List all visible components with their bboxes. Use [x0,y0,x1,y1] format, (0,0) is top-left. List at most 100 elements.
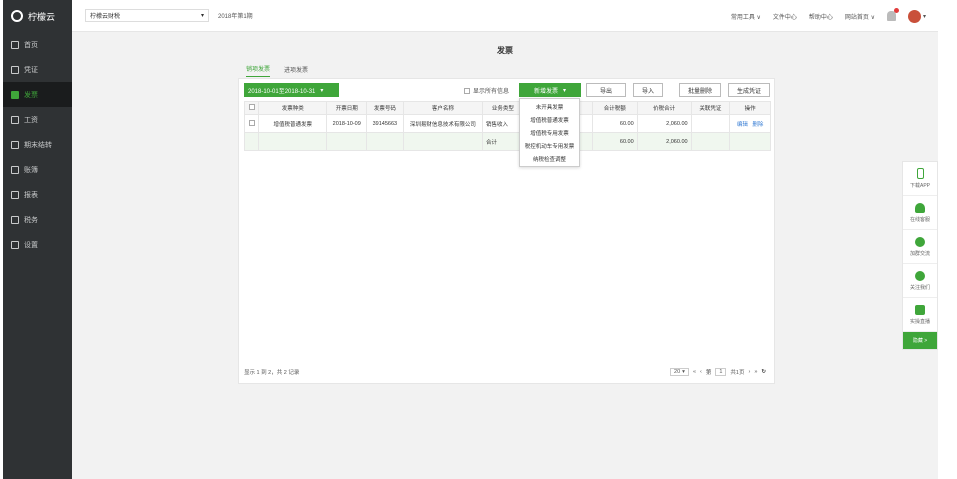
tab-purchase-invoice[interactable]: 进项发票 [284,65,308,77]
cell-tax: 60.00 [591,114,638,133]
date-range-text: 2018-10-01至2018-10-31 [248,88,316,95]
top-link-home[interactable]: 网站首页 ∨ [845,12,875,21]
new-invoice-label: 新增发票 [533,88,558,95]
float-label: 下载APP [909,183,930,189]
subtotal-label: 合计 [482,132,524,151]
notification-bell-icon[interactable] [886,8,899,21]
app-root: 柠檬云 首页 凭证 发票 工资 期末结转 账簿 报表 税务 设置 柠檬云财税 ▾ 2018年第1… [3,0,938,479]
table-footer: 显示 1 到 2，共 2 记录 20 ▾ « ‹ 第 1 共1页 › » ↻ [244,367,766,377]
cell-type: 增值税普通发票 [258,114,328,133]
cell-blank [243,132,260,151]
delete-link[interactable]: 删除 [752,122,763,128]
show-all-checkbox[interactable] [464,87,470,94]
sidebar-item-label: 发票 [24,91,38,99]
import-button[interactable]: 导入 [633,83,663,97]
sidebar-item[interactable]: 税务 [3,207,72,232]
float-download-app[interactable]: 下载APP [903,162,937,196]
page-size-select[interactable]: 20 ▾ [670,368,689,376]
cell-biz: 销售收入 [482,114,524,133]
invoice-tabs: 销项发票 进项发票 [238,64,775,77]
notification-dot [893,8,899,13]
col-header: 开票日期 [326,101,368,115]
float-follow-us[interactable]: 关注我们 [903,264,937,298]
float-service-bar: 下载APP 在线客服 加群交流 关注我们 实操直播 隐藏 > [902,161,938,350]
new-invoice-button[interactable]: 新增发票 ▾ [519,83,581,97]
float-label: 加群交流 [909,250,930,257]
headset-icon [915,202,925,213]
sidebar-item[interactable]: 凭证 [3,57,72,82]
table-row[interactable]: 增值税普通发票 2018-10-09 39145663 深圳易财信息技术有限公司… [243,114,771,133]
date-range-button[interactable]: 2018-10-01至2018-10-31 ▾ [244,83,339,97]
select-all-checkbox[interactable] [248,104,255,110]
record-summary: 显示 1 到 2，共 2 记录 [244,370,300,376]
generate-voucher-button[interactable]: 生成凭证 [728,83,770,97]
sidebar-item-label: 报表 [24,191,38,199]
top-link-tools[interactable]: 常用工具 ∨ [731,12,761,21]
main-content: 发票 销项发票 进项发票 2018-10-01至2018-10-31 ▾ 显示所… [72,32,938,479]
cell-date: 2018-10-09 [326,114,368,133]
sidebar-item-label: 税务 [24,216,38,224]
salary-icon [11,115,19,124]
refresh-icon[interactable]: ↻ [761,369,766,375]
cell-blank [690,132,731,151]
col-header: 发票种类 [258,101,328,115]
logo[interactable]: 柠檬云 [3,0,72,32]
sidebar-item[interactable]: 期末结转 [3,132,72,157]
page-size-value: 20 [674,369,681,375]
next-page-icon[interactable]: › [748,369,750,375]
group-icon [915,236,925,247]
last-page-icon[interactable]: » [754,369,757,375]
col-header: 关联凭证 [690,101,731,115]
batch-delete-button[interactable]: 批量删除 [679,83,721,97]
col-header: 价税合计 [636,101,692,115]
show-all-label: 显示所有信息 [473,89,510,95]
show-all-toggle[interactable]: 显示所有信息 [464,86,509,95]
phone-icon [916,168,924,179]
sidebar-item-label: 设置 [24,241,38,249]
row-checkbox[interactable] [248,119,255,126]
top-link-files[interactable]: 文件中心 [773,12,797,21]
float-label: 实操直播 [909,318,930,325]
invoice-table: 发票种类 开票日期 发票号码 客户名称 业务类型 合计税额 价税合计 关联凭证 … [243,101,771,151]
wechat-icon [915,270,925,281]
pagination: 20 ▾ « ‹ 第 1 共1页 › » ↻ [670,368,766,376]
user-menu[interactable]: ▾ [907,9,926,23]
logo-text: 柠檬云 [28,11,56,22]
sidebar-item[interactable]: 报表 [3,182,72,207]
topbar: 柠檬云财税 ▾ 2018年第1期 常用工具 ∨ 文件中心 帮助中心 网站首页 ∨… [72,0,938,32]
cell-customer: 深圳易财信息技术有限公司 [402,114,484,133]
dropdown-item[interactable]: 税控机动车专用发票 [520,139,579,152]
company-select[interactable]: 柠檬云财税 ▾ [85,9,209,22]
settings-icon [11,240,19,249]
prev-page-icon[interactable]: ‹ [700,369,702,375]
cell-total: 2,060.00 [636,114,692,133]
sidebar-item[interactable]: 设置 [3,232,72,257]
subtotal-tax: 60.00 [591,132,638,151]
sidebar: 柠檬云 首页 凭证发票工资 期末结转 账簿报表税务设置 [3,0,72,479]
dropdown-item[interactable]: 增值税普通发票 [520,113,579,126]
first-page-icon[interactable]: « [693,369,696,375]
float-live-stream[interactable]: 实操直播 [903,298,937,332]
dropdown-item[interactable]: 未开具发票 [520,100,579,113]
sidebar-item[interactable]: 首页 [3,32,72,57]
page-title: 发票 [497,46,513,55]
cell-voucher [690,114,731,133]
tv-icon [915,304,925,315]
dropdown-item[interactable]: 增值税专用发票 [520,126,579,139]
top-link-help[interactable]: 帮助中心 [809,12,833,21]
page-number-input[interactable]: 1 [715,368,727,376]
tab-sales-invoice[interactable]: 销项发票 [246,64,271,77]
sidebar-item[interactable]: 工资 [3,107,72,132]
new-invoice-dropdown: 未开具发票 增值税普通发票 增值税专用发票 税控机动车专用发票 纳税检查调整 [519,98,580,167]
float-online-service[interactable]: 在线客服 [903,196,937,230]
float-join-group[interactable]: 加群交流 [903,230,937,264]
float-hide-button[interactable]: 隐藏 > [903,332,937,349]
period-label: 2018年第1期 [218,14,253,20]
export-button[interactable]: 导出 [586,83,626,97]
sidebar-item[interactable]: 发票 [3,82,72,107]
sidebar-item[interactable]: 账簿 [3,157,72,182]
dropdown-item[interactable]: 纳税检查调整 [520,152,579,165]
edit-link[interactable]: 编辑 [737,122,748,128]
top-links: 常用工具 ∨ 文件中心 帮助中心 网站首页 ∨ ▾ [731,0,926,32]
sidebar-nav: 首页 凭证发票工资 期末结转 账簿报表税务设置 [3,32,72,257]
